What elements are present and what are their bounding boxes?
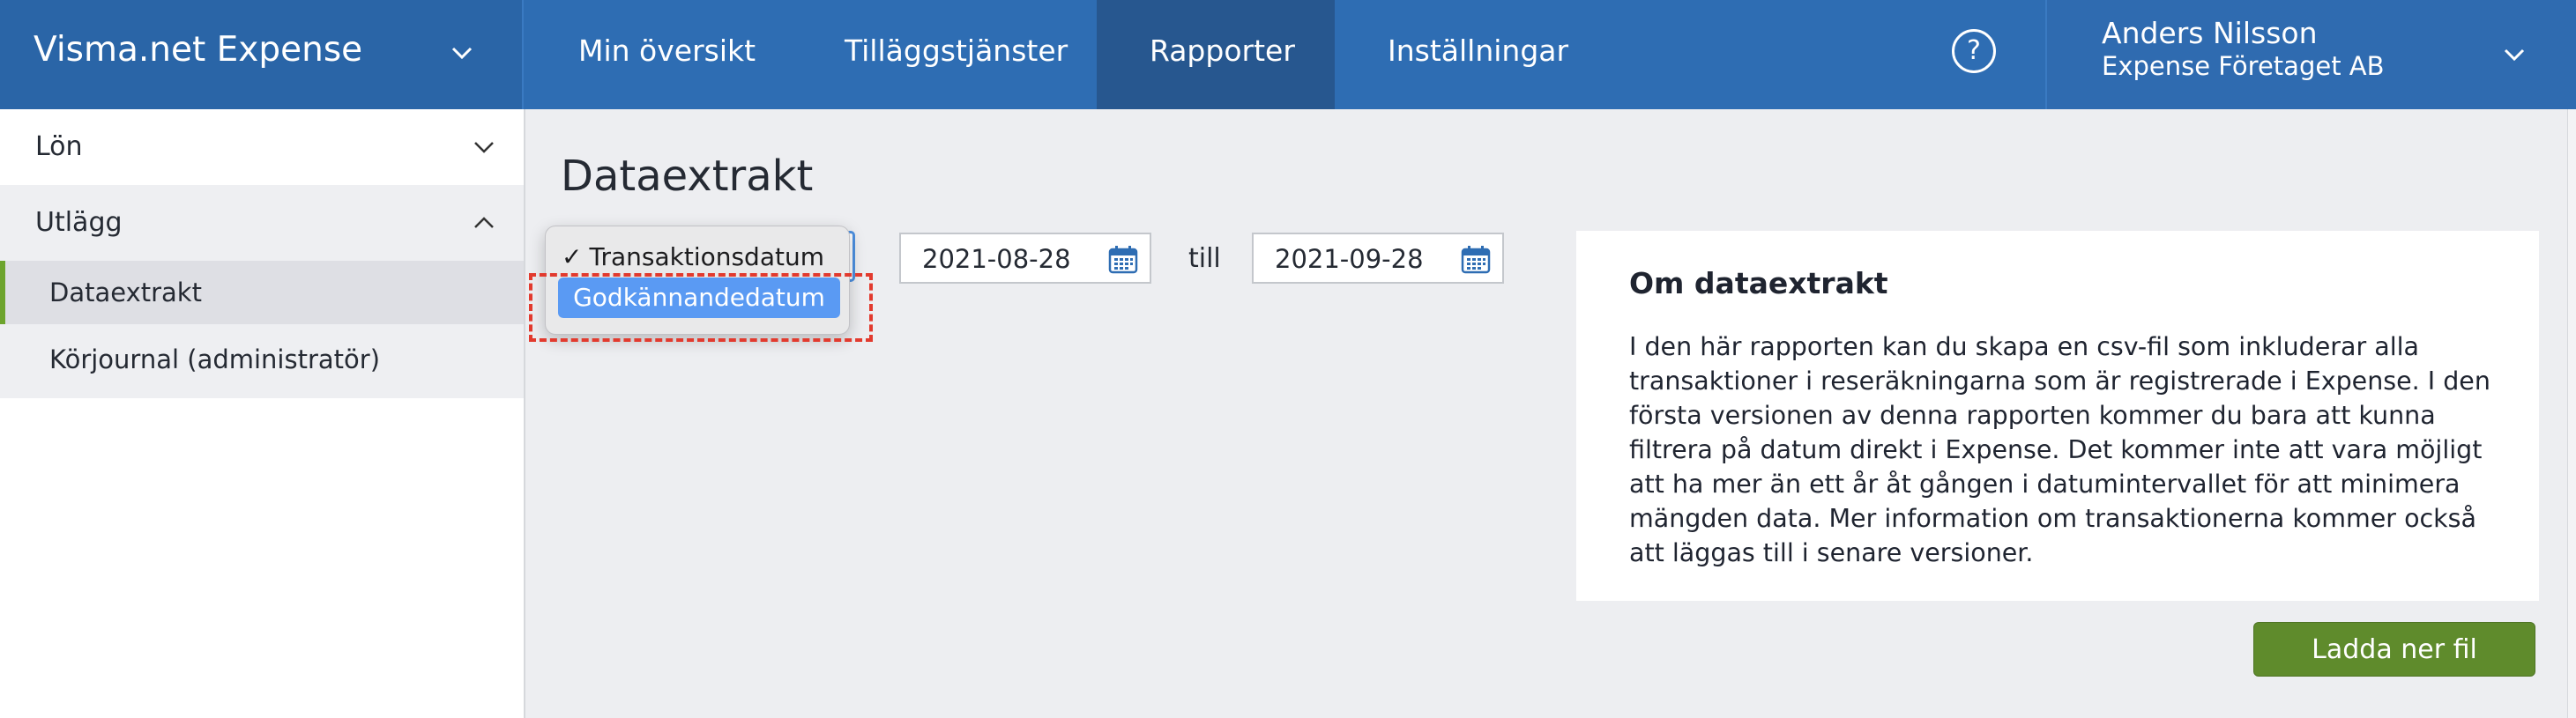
sidebar: Lön Utlägg Dataextrakt Körjournal (admin… <box>0 109 525 718</box>
user-name: Anders Nilsson <box>2102 16 2318 50</box>
from-date-value: 2021-08-28 <box>922 244 1071 274</box>
sidebar-item-korjournal[interactable]: Körjournal (administratör) <box>0 324 524 398</box>
app-switcher[interactable]: Visma.net Expense <box>0 0 524 109</box>
option-label: Transaktionsdatum <box>589 242 824 271</box>
top-navigation-bar: Visma.net Expense Min översikt Tilläggst… <box>0 0 2576 109</box>
chevron-down-icon <box>451 47 473 60</box>
sidebar-group-utlagg[interactable]: Utlägg <box>0 185 524 261</box>
to-date-input[interactable]: 2021-09-28 <box>1252 233 1504 284</box>
info-body: I den här rapporten kan du skapa en csv-… <box>1629 332 2490 567</box>
chevron-down-icon <box>474 142 494 153</box>
chevron-down-icon <box>2504 48 2525 62</box>
calendar-icon[interactable] <box>1107 243 1139 275</box>
sidebar-item-dataextrakt[interactable]: Dataextrakt <box>0 261 524 324</box>
user-company: Expense Företaget AB <box>2102 51 2385 81</box>
calendar-icon[interactable] <box>1460 243 1492 275</box>
option-transaktionsdatum[interactable]: ✓ Transaktionsdatum <box>562 242 824 271</box>
sidebar-group-label: Utlägg <box>35 207 123 238</box>
chevron-up-icon <box>474 217 494 228</box>
info-title: Om dataextrakt <box>1629 266 1888 300</box>
nav-min-oversikt[interactable]: Min översikt <box>525 0 808 109</box>
nav-rapporter[interactable]: Rapporter <box>1097 0 1335 109</box>
question-circle-icon[interactable]: ? <box>1952 29 1996 73</box>
from-date-input[interactable]: 2021-08-28 <box>899 233 1151 284</box>
checkmark-icon: ✓ <box>562 242 583 271</box>
download-file-button[interactable]: Ladda ner fil <box>2253 622 2535 677</box>
scrollbar[interactable] <box>2567 109 2576 718</box>
annotation-highlight <box>529 273 873 342</box>
nav-installningar[interactable]: Inställningar <box>1335 0 1621 109</box>
till-label: till <box>1188 243 1221 274</box>
to-date-value: 2021-09-28 <box>1275 244 1424 274</box>
page-title: Dataextrakt <box>561 152 814 201</box>
sidebar-group-lon[interactable]: Lön <box>0 109 524 185</box>
sidebar-group-label: Lön <box>35 131 83 162</box>
app-title: Visma.net Expense <box>34 30 363 70</box>
user-menu[interactable]: Anders Nilsson Expense Företaget AB <box>2045 0 2576 109</box>
info-card: Om dataextrakt I den här rapporten kan d… <box>1576 231 2539 601</box>
nav-tillaggstjanster[interactable]: Tilläggstjänster <box>792 0 1120 109</box>
